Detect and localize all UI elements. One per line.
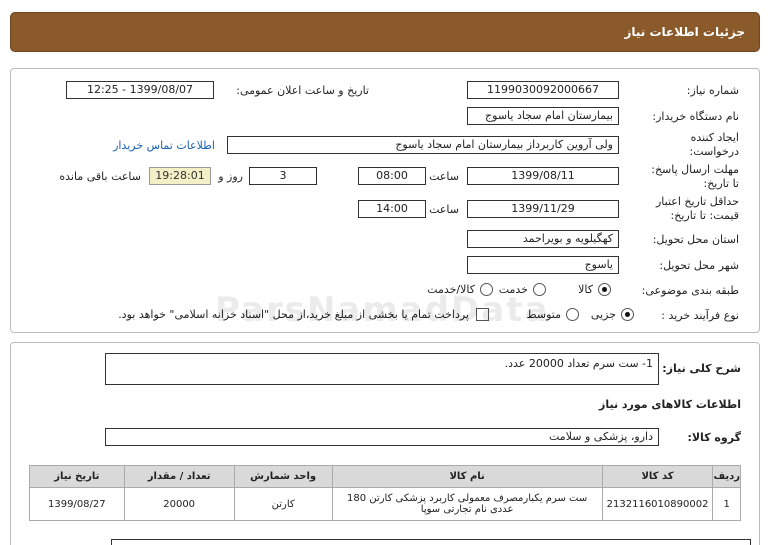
summary-field: 1- ست سرم تعداد 20000 عدد. bbox=[105, 353, 659, 385]
category-option-goods: کالا bbox=[578, 283, 593, 296]
buyer-contact-link[interactable]: اطلاعات تماس خریدار bbox=[113, 139, 215, 152]
goods-table-header: ردیف کد کالا نام کالا واحد شمارش تعداد /… bbox=[29, 465, 741, 488]
col-goods-code: کد کالا bbox=[601, 465, 714, 488]
reply-deadline-label-2: تا تاریخ: bbox=[703, 177, 739, 190]
process-radio-partial[interactable] bbox=[621, 308, 634, 321]
validity-label-2: قیمت: تا تاریخ: bbox=[670, 209, 739, 222]
buyer-org-field: بیمارستان امام سجاد یاسوج bbox=[467, 107, 619, 125]
reply-time-label: ساعت bbox=[429, 170, 459, 183]
table-row: 1 2132116010890002 ست سرم یکبارمصرف معمو… bbox=[29, 487, 741, 521]
goods-table: ردیف کد کالا نام کالا واحد شمارش تعداد /… bbox=[29, 465, 741, 521]
reply-deadline-label: مهلت ارسال پاسخ: bbox=[651, 163, 739, 176]
cell-row-number: 1 bbox=[712, 487, 741, 521]
validity-date-field: 1399/11/29 bbox=[467, 200, 619, 218]
goods-group-label: گروه کالا: bbox=[687, 431, 741, 444]
days-label: روز و bbox=[218, 170, 243, 183]
validity-label: حداقل تاریخ اعتبار bbox=[655, 195, 739, 208]
validity-time-field: 14:00 bbox=[358, 200, 426, 218]
need-number-label: شماره نیاز: bbox=[686, 84, 739, 97]
cell-need-date: 1399/08/27 bbox=[29, 487, 125, 521]
requester-label-2: درخواست: bbox=[689, 145, 739, 158]
cell-unit: کارتن bbox=[233, 487, 333, 521]
col-unit: واحد شمارش bbox=[233, 465, 333, 488]
col-quantity: تعداد / مقدار bbox=[123, 465, 235, 488]
reply-time-field: 08:00 bbox=[358, 167, 426, 185]
col-goods-name: نام کالا bbox=[331, 465, 603, 488]
process-radio-medium[interactable] bbox=[566, 308, 579, 321]
remaining-time-field: 19:28:01 bbox=[149, 167, 211, 185]
reply-date-field: 1399/08/11 bbox=[467, 167, 619, 185]
cell-goods-name: ست سرم یکبارمصرف معمولی کاربرد پزشکی کار… bbox=[331, 487, 603, 521]
province-field: کهگیلویه و بویراحمد bbox=[467, 230, 619, 248]
requester-label: ایجاد کننده bbox=[690, 131, 739, 144]
city-field: یاسوج bbox=[467, 256, 619, 274]
need-items-panel: شرح کلی نیاز: 1- ست سرم تعداد 20000 عدد.… bbox=[10, 342, 760, 545]
validity-time-label: ساعت bbox=[429, 203, 459, 216]
summary-label: شرح کلی نیاز: bbox=[662, 362, 741, 375]
announce-date-label: تاریخ و ساعت اعلان عمومی: bbox=[236, 84, 369, 97]
cell-goods-code: 2132116010890002 bbox=[601, 487, 714, 521]
city-label: شهر محل تحویل: bbox=[659, 259, 739, 272]
province-label: استان محل تحویل: bbox=[652, 233, 739, 246]
col-need-date: تاریخ نیاز bbox=[29, 465, 125, 488]
process-label: نوع فرآیند خرید : bbox=[661, 309, 739, 322]
col-row-number: ردیف bbox=[712, 465, 741, 488]
category-label: طبقه بندی موضوعی: bbox=[641, 284, 739, 297]
remaining-time-label: ساعت باقی مانده bbox=[59, 170, 141, 183]
process-option-partial: جزیی bbox=[590, 308, 616, 321]
page-header: جزئیات اطلاعات نیاز bbox=[10, 12, 760, 52]
goods-group-field: دارو، پزشکی و سلامت bbox=[105, 428, 659, 446]
watermark: ParsNamadData bbox=[215, 290, 550, 330]
buyer-notes-field bbox=[111, 539, 751, 545]
category-radio-goods[interactable] bbox=[598, 283, 611, 296]
days-field: 3 bbox=[249, 167, 317, 185]
need-number-field: 1199030092000667 bbox=[467, 81, 619, 99]
buyer-org-label: نام دستگاه خریدار: bbox=[652, 110, 739, 123]
goods-section-title: اطلاعات کالاهای مورد نیاز bbox=[599, 398, 741, 411]
requester-field: ولی آروین کاربرداز بیمارستان امام سجاد ی… bbox=[227, 136, 619, 154]
announce-date-field: 1399/08/07 - 12:25 bbox=[66, 81, 214, 99]
cell-quantity: 20000 bbox=[123, 487, 235, 521]
page-title: جزئیات اطلاعات نیاز bbox=[624, 25, 745, 39]
